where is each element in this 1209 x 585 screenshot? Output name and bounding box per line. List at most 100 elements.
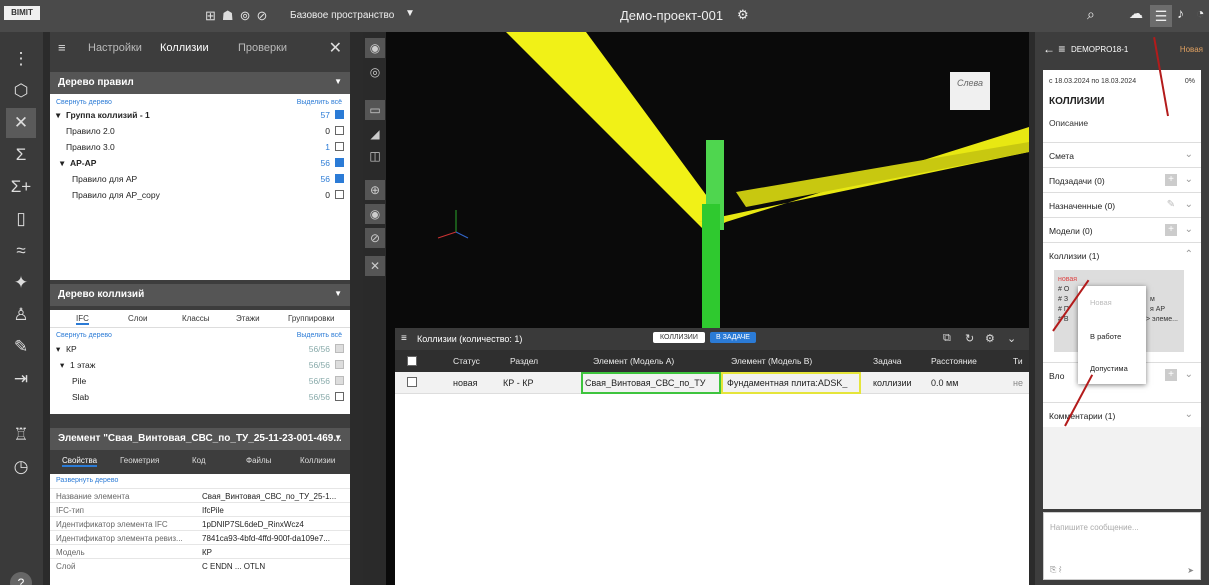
checkbox[interactable] [335,360,344,369]
element-header[interactable]: Элемент "Свая_Винтовая_СВС_по_ТУ_25-11-2… [50,428,350,450]
cloud-icon[interactable]: ☁ [1129,5,1143,22]
chart-icon[interactable]: ≈ [6,236,36,266]
chevron-down-icon[interactable]: ⌄ [1185,224,1193,235]
pencil-icon[interactable]: ✎ [6,332,36,362]
settings-icon[interactable]: ⚙ [985,332,995,345]
tree-row[interactable]: Правило для AP_copy 0 [50,188,350,202]
chevron-down-icon[interactable]: ▼ [334,289,342,298]
org-icon[interactable]: ⊞ [205,8,216,24]
status-option-new[interactable]: Новая [1090,298,1112,307]
tab-layers[interactable]: Слои [128,314,147,323]
add-icon[interactable]: + [1165,174,1177,186]
status-option-in-progress[interactable]: В работе [1090,332,1121,341]
attach-icon[interactable]: ⎘ ⌇ [1050,565,1062,575]
select-all-checkbox[interactable] [407,356,417,366]
task-description[interactable]: Описание [1049,118,1088,128]
puzzle-icon[interactable]: ✦ [6,268,36,298]
section-subtasks[interactable]: Подзадачи (0) + ⌄ [1043,167,1201,192]
collisions-tree-header[interactable]: Дерево коллизий ▼ [50,284,350,306]
tree-row[interactable]: Slab 56/56 [50,390,350,404]
select-icon[interactable]: ◉ [365,38,385,58]
ruler-icon[interactable]: ▭ [365,100,385,120]
tree-row[interactable]: ▾ Группа коллизий - 1 57 [50,108,350,122]
tab-ifc[interactable]: IFC [76,314,89,325]
tab-collisions[interactable]: Коллизии [160,42,209,54]
tree-icon[interactable]: ⋮ [6,44,36,74]
checkbox[interactable] [335,142,344,151]
select-all-link[interactable]: Выделить всё [297,99,342,106]
add-icon[interactable]: + [1165,224,1177,236]
tab-classes[interactable]: Классы [182,314,210,323]
expand-tree-link[interactable]: Развернуть дерево [56,477,118,484]
tree-row[interactable]: Pile 56/56 [50,374,350,388]
chevron-down-icon[interactable]: ⌄ [1185,369,1193,380]
link-icon[interactable]: ⊚ [240,8,251,24]
col-status[interactable]: Статус [453,356,480,366]
tab-settings[interactable]: Настройки [88,42,142,54]
status-badge[interactable]: Новая [1180,45,1203,54]
tab-element-collisions[interactable]: Коллизии [300,456,335,465]
bell-icon[interactable]: ♪ [1177,5,1184,21]
chevron-down-icon[interactable]: ▼ [334,77,342,86]
col-task[interactable]: Задача [873,356,902,366]
chevron-down-icon[interactable]: ▼ [405,8,415,19]
col-element-b[interactable]: Элемент (Модель В) [731,356,812,366]
eye-icon[interactable]: ◉ [365,204,385,224]
collisions-button[interactable]: КОЛЛИЗИИ [653,332,705,343]
section-icon[interactable]: ◢ [365,124,385,144]
checkbox[interactable] [335,190,344,199]
status-option-acceptable[interactable]: Допустима [1090,364,1128,373]
chevron-down-icon[interactable]: ▼ [334,433,342,442]
tree-row[interactable]: ▾ AP-AP 56 [50,156,350,170]
col-section[interactable]: Раздел [510,356,538,366]
section-estimate[interactable]: Смета ⌄ [1043,142,1201,167]
row-checkbox[interactable] [407,377,417,387]
check-icon[interactable]: ⊘ [256,8,267,24]
message-input[interactable]: Напишите сообщение... ⎘ ⌇ ➤ [1043,512,1201,580]
select-all-link[interactable]: Выделить всё [297,332,342,339]
tab-geometry[interactable]: Геометрия [120,456,159,465]
gear-icon[interactable]: ⚙ [737,7,749,23]
tree-row[interactable]: ▾ 1 этаж 56/56 [50,358,350,372]
team-icon[interactable]: ☗ [222,8,234,24]
tree-row[interactable]: Правило 3.0 1 [50,140,350,154]
target-icon[interactable]: ◎ [365,62,385,82]
add-icon[interactable]: + [1165,369,1177,381]
view-cube[interactable]: Слева [950,72,990,110]
chevron-down-icon[interactable]: ⌄ [1185,409,1193,420]
export-icon[interactable]: ⇥ [6,364,36,394]
chevron-down-icon[interactable]: ⌄ [1007,332,1016,345]
section-models[interactable]: Модели (0) + ⌄ [1043,217,1201,242]
section-assigned[interactable]: Назначенные (0) ✎ ⌄ [1043,192,1201,217]
models-icon[interactable]: ⬡ [6,76,36,106]
col-type[interactable]: Ти [1013,356,1023,366]
tree-row[interactable]: Правило для AP 56 [50,172,350,186]
explode-icon[interactable]: ⊕ [365,180,385,200]
in-task-button[interactable]: В ЗАДАЧЕ [710,332,756,343]
collisions-icon[interactable]: ✕ [6,108,36,138]
sum-plus-icon[interactable]: Σ+ [6,172,36,202]
app-logo[interactable]: BIMIT [4,6,40,20]
checkbox[interactable] [335,110,344,119]
collapse-tree-link[interactable]: Свернуть дерево [56,99,112,106]
eye-off-icon[interactable]: ⊘ [365,228,385,248]
pencil-icon[interactable]: ✎ [1165,199,1177,211]
rules-tree-header[interactable]: Дерево правил ▼ [50,72,350,94]
tree-row[interactable]: Правило 2.0 0 [50,124,350,138]
box-icon[interactable]: ◫ [365,146,385,166]
copy-icon[interactable]: ⧉ [943,332,951,345]
tab-properties[interactable]: Свойства [62,456,98,467]
checkbox[interactable] [335,158,344,167]
back-arrow-icon[interactable]: ← ≡ [1043,42,1065,56]
tree-row[interactable]: ▾ КР 56/56 [50,342,350,356]
close-icon[interactable]: ✕ [329,38,342,58]
user-icon[interactable]: ♙ [6,300,36,330]
question-icon[interactable]: ? [10,572,32,585]
tab-files[interactable]: Файлы [246,456,271,465]
tab-groupings[interactable]: Группировки [288,314,335,323]
user-pin-icon[interactable]: ♖ [6,420,36,450]
chevron-down-icon[interactable]: ⌄ [1185,149,1193,160]
chevron-up-icon[interactable]: ⌃ [1185,249,1193,260]
col-distance[interactable]: Расстояние [931,356,977,366]
checkbox[interactable] [335,344,344,353]
